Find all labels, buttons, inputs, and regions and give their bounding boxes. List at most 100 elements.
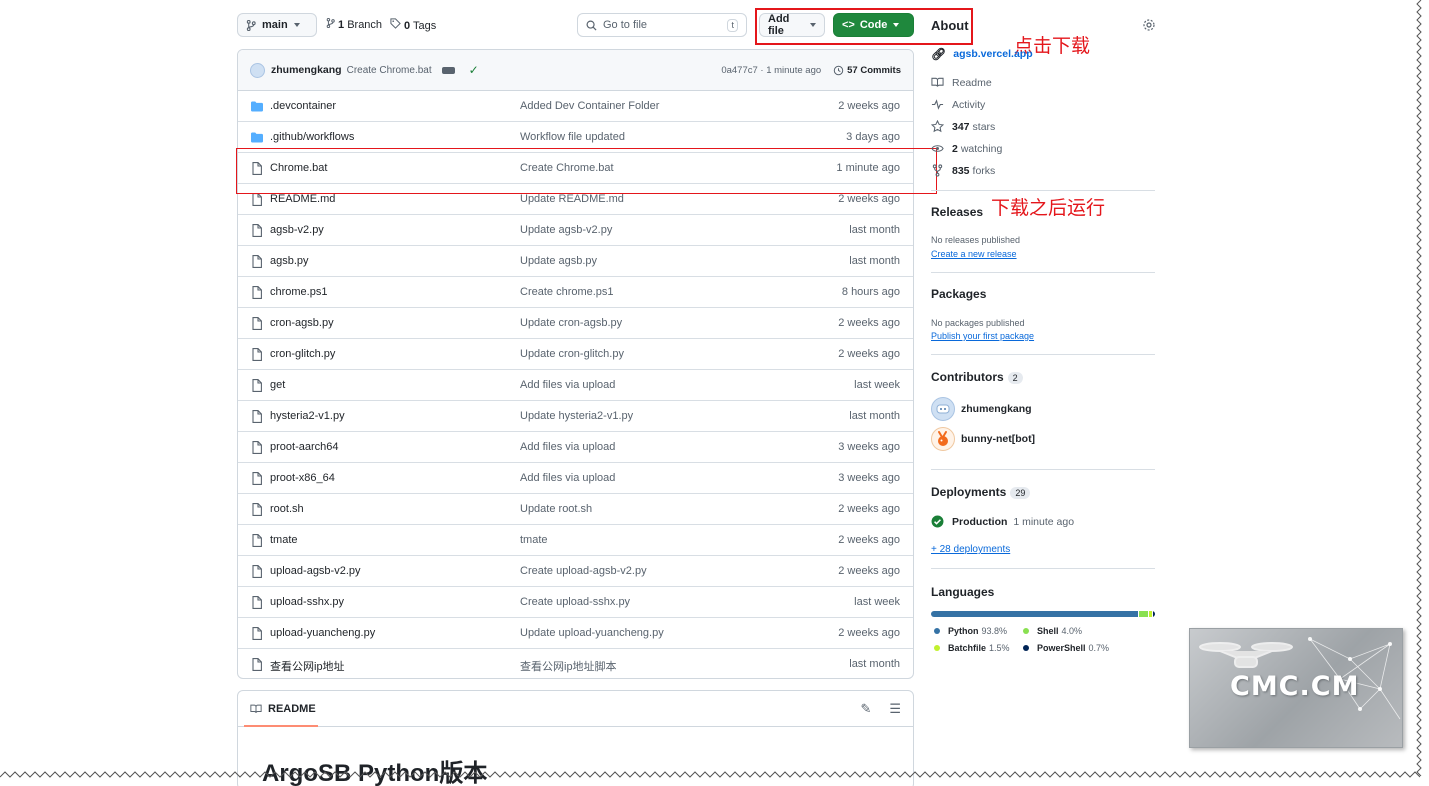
file-row[interactable]: tmate tmate 2 weeks ago [238,525,913,556]
language-item[interactable]: PowerShell 0.7% [1023,643,1109,653]
file-commit-message[interactable]: Update README.md [520,193,624,205]
contributor-item[interactable]: zhumengkang [931,397,1032,421]
publish-package-link[interactable]: Publish your first package [931,331,1034,341]
file-row[interactable]: proot-aarch64 Add files via upload 3 weeks… [238,432,913,463]
list-icon[interactable]: ☰ [889,701,901,717]
shell-dot-icon [1023,628,1029,634]
avatar[interactable] [250,62,265,78]
file-commit-date: 2 weeks ago [838,503,900,515]
file-commit-message[interactable]: Update agsb-v2.py [520,224,612,236]
website-link[interactable]: 🔗︎ agsb.vercel.app [931,47,1033,61]
file-commit-message[interactable]: Update root.sh [520,503,592,515]
create-release-link[interactable]: Create a new release [931,249,1017,259]
file-commit-message[interactable]: Update upload-yuancheng.py [520,627,664,639]
file-name[interactable]: upload-agsb-v2.py [270,565,361,577]
file-name[interactable]: .devcontainer [270,100,336,112]
packages-heading[interactable]: Packages [931,287,986,301]
file-commit-message[interactable]: Added Dev Container Folder [520,100,659,112]
file-commit-message[interactable]: Create chrome.ps1 [520,286,614,298]
file-commit-message[interactable]: Update agsb.py [520,255,597,267]
file-name[interactable]: cron-glitch.py [270,348,335,360]
divider [931,469,1155,470]
file-commit-message[interactable]: Add files via upload [520,379,615,391]
commit-hash-time[interactable]: 0a477c7 · 1 minute ago [721,65,821,76]
file-name[interactable]: get [270,379,285,391]
stars-link[interactable]: 347 stars [931,120,995,133]
watching-link[interactable]: 2 watching [931,142,1002,155]
check-icon[interactable]: ✓ [469,63,479,77]
file-commit-date: 2 weeks ago [838,317,900,329]
language-bar-segment [1153,611,1155,617]
divider [931,354,1155,355]
file-row[interactable]: root.sh Update root.sh 2 weeks ago [238,494,913,525]
file-name[interactable]: agsb-v2.py [270,224,324,236]
language-item[interactable]: Batchfile 1.5% [934,643,1010,653]
commits-link[interactable]: 57 Commits [833,65,901,76]
file-name[interactable]: cron-agsb.py [270,317,334,329]
ellipsis-icon[interactable] [441,66,455,74]
file-row[interactable]: hysteria2-v1.py Update hysteria2-v1.py las… [238,401,913,432]
activity-link[interactable]: Activity [931,98,985,111]
tags-link[interactable]: 0 Tags [390,18,436,32]
gear-icon[interactable] [1142,18,1156,32]
file-commit-message[interactable]: Update cron-agsb.py [520,317,622,329]
file-row[interactable]: agsb-v2.py Update agsb-v2.py last month [238,215,913,246]
language-item[interactable]: Python 93.8% [934,626,1007,636]
file-row[interactable]: 查看公网ip地址 查看公网ip地址脚本 last month [238,649,913,678]
file-row[interactable]: chrome.ps1 Create chrome.ps1 8 hours ago [238,277,913,308]
file-name[interactable]: agsb.py [270,255,309,267]
commit-message[interactable]: Create Chrome.bat [347,65,432,76]
file-name[interactable]: tmate [270,534,298,546]
file-row[interactable]: agsb.py Update agsb.py last month [238,246,913,277]
file-row[interactable]: upload-sshx.py Create upload-sshx.py last … [238,587,913,618]
link-icon: 🔗︎ [931,47,947,61]
readme-tab[interactable]: README [268,703,316,715]
branch-tag-info: 1 Branch 0 Tags [326,17,436,32]
commit-author[interactable]: zhumengkang [271,64,342,76]
file-row[interactable]: cron-agsb.py Update cron-agsb.py 2 weeks a… [238,308,913,339]
contributor-name: zhumengkang [961,403,1032,415]
file-name[interactable]: root.sh [270,503,304,515]
pencil-icon[interactable]: ✎ [860,701,871,717]
languages-heading: Languages [931,585,995,599]
contributors-heading[interactable]: Contributors 2 [931,370,1023,384]
file-row[interactable]: proot-x86_64 Add files via upload 3 weeks … [238,463,913,494]
file-name[interactable]: proot-x86_64 [270,472,335,484]
deployment-item[interactable]: Production 1 minute ago [931,515,1074,528]
more-deployments-link[interactable]: + 28 deployments [931,544,1010,555]
file-commit-date: 3 weeks ago [838,472,900,484]
file-name[interactable]: README.md [270,193,335,205]
file-row[interactable]: cron-glitch.py Update cron-glitch.py 2 wee… [238,339,913,370]
file-commit-message[interactable]: Create upload-agsb-v2.py [520,565,647,577]
file-commit-message[interactable]: tmate [520,534,548,546]
file-name[interactable]: upload-sshx.py [270,596,344,608]
file-row[interactable]: get Add files via upload last week [238,370,913,401]
tag-icon [390,18,401,29]
go-to-file-input[interactable]: Go to file t [577,13,747,37]
file-row[interactable]: .devcontainer Added Dev Container Folder 2… [238,91,913,122]
file-commit-message[interactable]: 查看公网ip地址脚本 [520,658,617,674]
file-name[interactable]: .github/workflows [270,131,354,143]
file-name[interactable]: hysteria2-v1.py [270,410,345,422]
file-commit-message[interactable]: Workflow file updated [520,131,625,143]
branch-selector-button[interactable]: main [237,13,317,37]
readme-link[interactable]: Readme [931,76,992,89]
language-item[interactable]: Shell 4.0% [1023,626,1082,636]
contributor-item[interactable]: bunny-net[bot] [931,427,1035,451]
file-row[interactable]: upload-agsb-v2.py Create upload-agsb-v2.p… [238,556,913,587]
avatar [931,427,955,451]
file-name[interactable]: chrome.ps1 [270,286,327,298]
file-commit-message[interactable]: Create upload-sshx.py [520,596,630,608]
file-row[interactable]: upload-yuancheng.py Update upload-yuanche… [238,618,913,649]
file-commit-message[interactable]: Add files via upload [520,472,615,484]
file-name[interactable]: proot-aarch64 [270,441,339,453]
file-commit-message[interactable]: Update cron-glitch.py [520,348,624,360]
releases-heading[interactable]: Releases [931,205,983,219]
forks-link[interactable]: 835 forks [931,164,995,177]
file-name[interactable]: 查看公网ip地址 [270,658,345,674]
file-name[interactable]: upload-yuancheng.py [270,627,375,639]
file-commit-message[interactable]: Add files via upload [520,441,615,453]
branches-link[interactable]: 1 Branch [326,17,382,32]
deployments-heading[interactable]: Deployments 29 [931,485,1031,499]
file-commit-message[interactable]: Update hysteria2-v1.py [520,410,633,422]
